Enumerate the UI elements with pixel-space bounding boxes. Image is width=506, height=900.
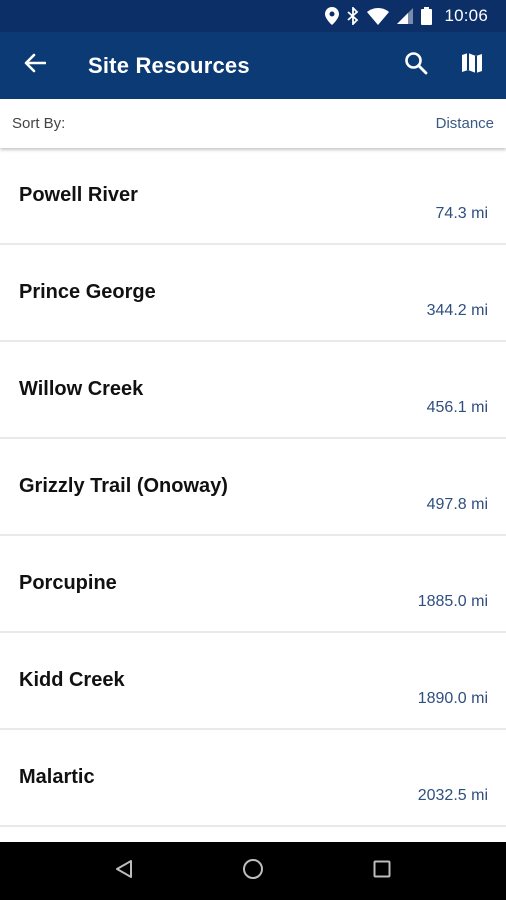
- list-item[interactable]: Willow Creek 456.1 mi: [0, 342, 506, 439]
- site-distance: 74.3 mi: [435, 205, 488, 222]
- site-name: Prince George: [19, 281, 156, 303]
- status-bar: 10:06: [0, 0, 506, 32]
- wifi-icon: [367, 7, 390, 25]
- back-triangle-icon: [115, 859, 133, 884]
- list-item[interactable]: Porcupine 1885.0 mi: [0, 536, 506, 633]
- sort-selector[interactable]: Distance: [436, 115, 494, 132]
- nav-back-button[interactable]: [94, 842, 154, 900]
- site-distance: 456.1 mi: [426, 399, 488, 416]
- site-distance: 1885.0 mi: [417, 593, 488, 610]
- nav-home-button[interactable]: [223, 842, 283, 900]
- list-item[interactable]: Prince George 344.2 mi: [0, 245, 506, 342]
- sort-label: Sort By:: [12, 115, 66, 132]
- page-title: Site Resources: [88, 52, 250, 78]
- back-button[interactable]: [0, 32, 70, 99]
- list-item[interactable]: Kidd Creek 1890.0 mi: [0, 633, 506, 730]
- site-distance: 497.8 mi: [426, 496, 488, 513]
- site-name: Porcupine: [19, 572, 117, 594]
- system-nav-bar: [0, 842, 506, 900]
- cell-signal-icon: [397, 8, 414, 24]
- site-distance: 2032.5 mi: [417, 787, 488, 804]
- site-name: Kidd Creek: [19, 669, 125, 691]
- map-icon: [460, 51, 484, 80]
- site-name: Grizzly Trail (Onoway): [19, 475, 228, 497]
- location-icon: [325, 7, 340, 25]
- sort-bar[interactable]: Sort By: Distance: [0, 99, 506, 148]
- map-button[interactable]: [444, 32, 500, 99]
- status-time: 10:06: [444, 6, 488, 25]
- site-name: Powell River: [19, 184, 138, 206]
- list-item[interactable]: Grizzly Trail (Onoway) 497.8 mi: [0, 439, 506, 536]
- app-bar: Site Resources: [0, 32, 506, 99]
- recents-square-icon: [373, 860, 391, 883]
- site-list[interactable]: Powell River 74.3 mi Prince George 344.2…: [0, 148, 506, 842]
- search-icon: [404, 51, 428, 80]
- battery-icon: [421, 7, 433, 25]
- list-item[interactable]: Malartic 2032.5 mi: [0, 730, 506, 827]
- site-name: Willow Creek: [19, 378, 144, 400]
- home-circle-icon: [242, 858, 264, 885]
- site-distance: 344.2 mi: [426, 302, 488, 319]
- site-distance: 1890.0 mi: [417, 690, 488, 707]
- list-item[interactable]: Powell River 74.3 mi: [0, 148, 506, 245]
- bluetooth-icon: [347, 7, 359, 25]
- nav-recents-button[interactable]: [352, 842, 412, 900]
- search-button[interactable]: [388, 32, 444, 99]
- back-arrow-icon: [24, 53, 47, 78]
- site-name: Malartic: [19, 766, 95, 788]
